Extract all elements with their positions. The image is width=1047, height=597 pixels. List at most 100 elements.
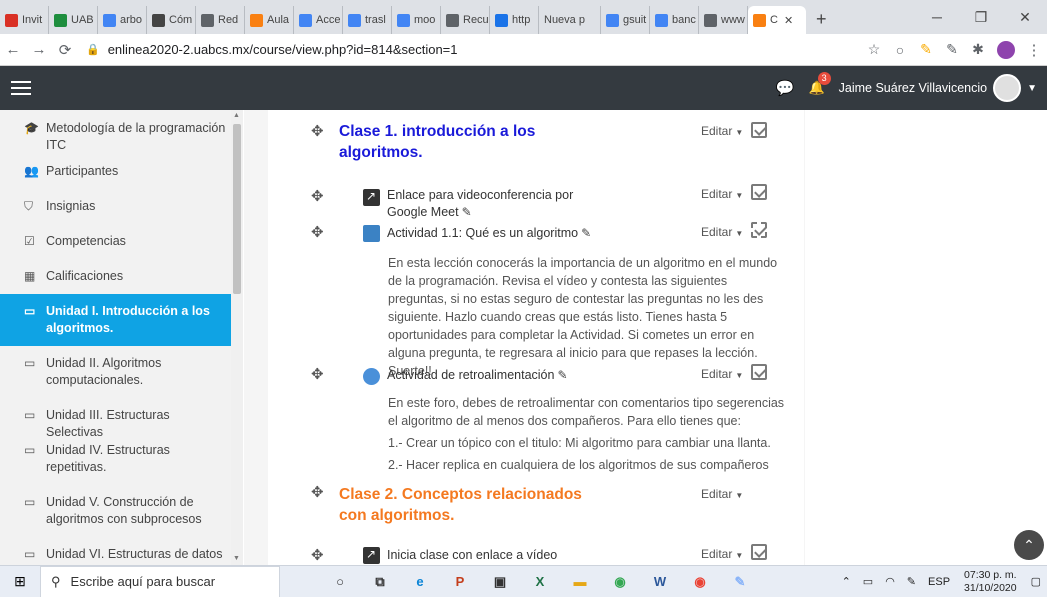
windows-start-icon[interactable]: ⊞	[0, 573, 40, 590]
drawer-item[interactable]: ▭ Unidad III. Estructuras Selectivas	[0, 398, 242, 439]
edit-section-2-menu[interactable]: Editar ▼	[701, 487, 743, 501]
browser-tab[interactable]: arbo	[98, 6, 147, 34]
browser-tab[interactable]: Recu	[441, 6, 490, 34]
scroll-up-arrow-icon[interactable]: ▲	[233, 112, 240, 119]
activity-complete-checkbox[interactable]	[751, 184, 767, 200]
browser-tab[interactable]: UAB	[49, 6, 98, 34]
drawer-item[interactable]: 👥 Participantes	[0, 154, 242, 189]
network-icon[interactable]: ◠	[885, 575, 895, 588]
pen-tray-icon[interactable]: ✎	[907, 575, 916, 588]
word-icon[interactable]: W	[640, 574, 680, 589]
browser-tab[interactable]: Aula	[245, 6, 294, 34]
browser-tab[interactable]: banc	[650, 6, 699, 34]
extension-pen-icon[interactable]: ✎	[913, 41, 939, 58]
activity-forum-link[interactable]: Actividad de retroalimentación ✎	[387, 367, 568, 384]
move-section-icon[interactable]: ✥	[311, 122, 324, 140]
browser-tab[interactable]: http	[490, 6, 539, 34]
url-field[interactable]: 🔒 enlinea2020-2.uabcs.mx/course/view.php…	[86, 38, 861, 62]
browser-tab[interactable]: Acce	[294, 6, 343, 34]
edit-title-pencil-icon[interactable]: ✎	[581, 226, 591, 240]
close-window-icon[interactable]: ✕	[1003, 0, 1047, 34]
chrome-alt-icon[interactable]: ◉	[680, 574, 720, 590]
extensions-puzzle-icon[interactable]: ✱	[965, 41, 991, 58]
scrollbar-thumb[interactable]	[233, 124, 241, 294]
browser-tab[interactable]: trasl	[343, 6, 392, 34]
edit-activity-menu[interactable]: Editar ▼	[701, 367, 743, 381]
user-menu-caret-icon[interactable]: ▼	[1027, 83, 1037, 94]
section-1-title[interactable]: Clase 1. introducción a los algoritmos.	[339, 121, 549, 163]
excel-icon[interactable]: X	[520, 574, 560, 589]
browser-tab[interactable]: Invit	[0, 6, 49, 34]
browser-tab[interactable]: moo	[392, 6, 441, 34]
reload-icon[interactable]: ⟳	[52, 41, 78, 59]
drawer-item[interactable]: ▭ Unidad I. Introducción a los algoritmos…	[0, 294, 242, 346]
browser-menu-icon[interactable]: ⋮	[1021, 41, 1047, 59]
extension-circle-icon[interactable]: ○	[887, 42, 913, 58]
drawer-item[interactable]: ☑ Competencias	[0, 224, 242, 259]
edit-title-pencil-icon[interactable]: ✎	[462, 205, 472, 219]
pen-app-icon[interactable]: ✎	[720, 574, 760, 590]
activity-complete-checkbox[interactable]	[751, 544, 767, 560]
taskbar-search[interactable]: ⚲ Escribe aquí para buscar	[40, 565, 280, 597]
drawer-item[interactable]: ▭ Unidad VI. Estructuras de datos	[0, 537, 242, 565]
drawer-scrollbar[interactable]: ▲ ▼	[231, 110, 243, 565]
drawer-item[interactable]: ⛉ Insignias	[0, 189, 242, 224]
drawer-item[interactable]: ▭ Unidad II. Algoritmos computacionales.	[0, 346, 242, 398]
task-view-icon[interactable]: ⧉	[360, 574, 400, 590]
section-1-complete-checkbox[interactable]	[751, 122, 767, 138]
browser-tab[interactable]: C ✕	[748, 6, 806, 34]
minimize-icon[interactable]: ─	[915, 0, 959, 34]
extension-pen-gray-icon[interactable]: ✎	[939, 41, 965, 58]
drawer-item[interactable]: ▭ Unidad V. Construcción de algoritmos co…	[0, 485, 242, 537]
browser-tab[interactable]: Nueva p	[539, 6, 601, 34]
activity-complete-checkbox[interactable]	[751, 364, 767, 380]
back-to-top-chevron-icon[interactable]: ⌃	[1014, 530, 1044, 560]
edit-activity-menu[interactable]: Editar ▼	[701, 225, 743, 239]
drawer-item[interactable]: 🎓 Metodología de la programación ITC	[0, 110, 242, 154]
scroll-down-arrow-icon[interactable]: ▼	[233, 555, 240, 562]
edit-activity-menu[interactable]: Editar ▼	[701, 187, 743, 201]
section-2-title[interactable]: Clase 2. Conceptos relacionados con algo…	[339, 484, 609, 526]
back-icon[interactable]: ←	[0, 41, 26, 58]
move-activity-icon[interactable]: ✥	[311, 365, 324, 383]
taskbar-clock[interactable]: 07:30 p. m. 31/10/2020	[964, 569, 1017, 595]
close-tab-icon[interactable]: ✕	[784, 14, 793, 27]
messages-icon[interactable]: 💬	[776, 79, 795, 97]
restore-icon[interactable]: ❐	[959, 0, 1003, 34]
edge-icon[interactable]: e	[400, 574, 440, 589]
bookmark-star-icon[interactable]: ☆	[861, 41, 887, 58]
forward-icon[interactable]: →	[26, 41, 52, 58]
file-explorer-icon[interactable]: ▬	[560, 574, 600, 589]
move-section-icon[interactable]: ✥	[311, 483, 324, 501]
chevron-down-icon: ▼	[735, 191, 744, 200]
powerpoint-icon[interactable]: P	[440, 574, 480, 589]
user-avatar[interactable]	[993, 74, 1022, 102]
user-name[interactable]: Jaime Suárez Villavicencio	[839, 81, 987, 95]
chrome-icon[interactable]: ◉	[600, 574, 640, 590]
drawer-item[interactable]: ▦ Calificaciones	[0, 259, 242, 294]
language-indicator[interactable]: ESP	[928, 576, 950, 588]
browser-tab[interactable]: gsuit	[601, 6, 650, 34]
activity-video-link[interactable]: Inicia clase con enlace a vídeo	[387, 547, 557, 564]
edit-activity-menu[interactable]: Editar ▼	[701, 547, 743, 561]
notifications-bell-icon[interactable]: 🔔 3	[808, 72, 831, 96]
move-activity-icon[interactable]: ✥	[311, 546, 324, 564]
browser-profile-avatar[interactable]	[997, 40, 1015, 59]
activity-meet-link[interactable]: Enlace para videoconferencia por Google …	[387, 187, 597, 221]
activity-complete-checkbox[interactable]	[751, 222, 767, 238]
hamburger-menu-icon[interactable]	[11, 77, 31, 99]
cortana-icon[interactable]: ○	[320, 574, 360, 589]
store-icon[interactable]: ▣	[480, 574, 520, 590]
edit-section-1-menu[interactable]: Editar ▼	[701, 124, 743, 138]
new-tab-icon[interactable]: +	[816, 9, 827, 30]
move-activity-icon[interactable]: ✥	[311, 187, 324, 205]
browser-tab[interactable]: Red	[196, 6, 245, 34]
browser-tab[interactable]: Cóm	[147, 6, 196, 34]
action-center-icon[interactable]: ▢	[1031, 575, 1041, 588]
activity-lesson-link[interactable]: Actividad 1.1: Qué es un algoritmo ✎	[387, 225, 591, 242]
battery-icon[interactable]: ▭	[863, 575, 873, 588]
edit-title-pencil-icon[interactable]: ✎	[557, 368, 567, 382]
browser-tab[interactable]: www	[699, 6, 748, 34]
tray-chevron-icon[interactable]: ⌃	[842, 575, 851, 588]
move-activity-icon[interactable]: ✥	[311, 223, 324, 241]
